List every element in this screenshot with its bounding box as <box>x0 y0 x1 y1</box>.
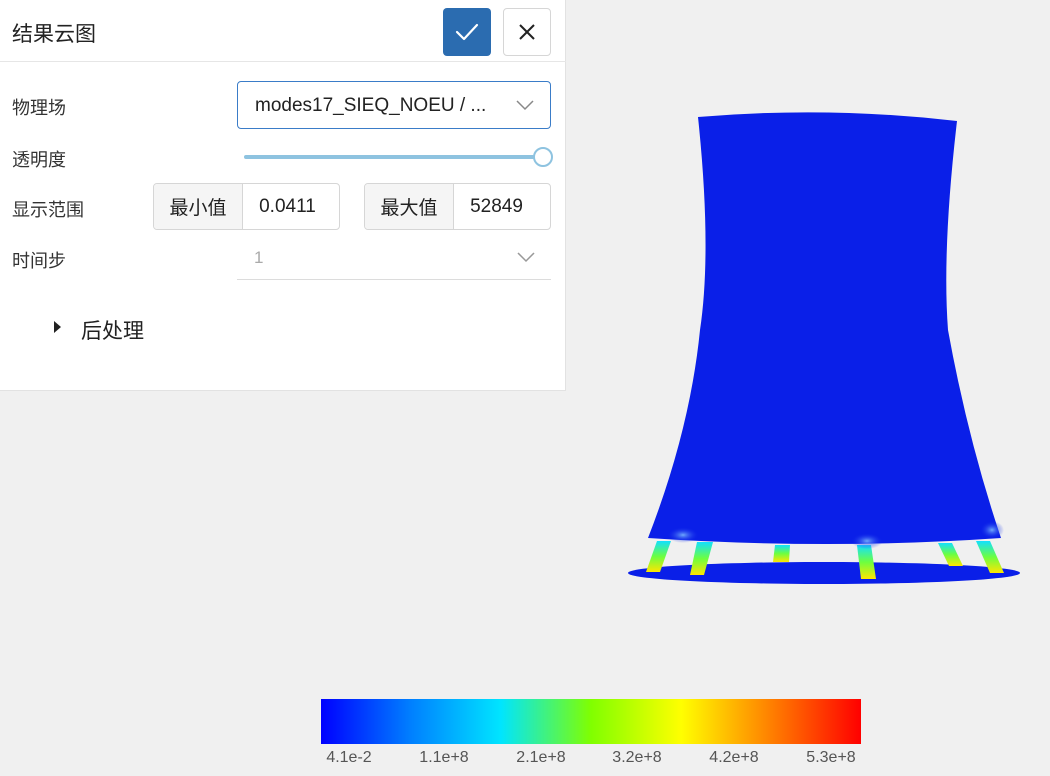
cooling-tower-model[interactable] <box>600 100 1030 600</box>
result-contour-panel: 结果云图 物理场 modes17_SIEQ_NOEU / ... 透明度 显示范… <box>0 0 566 391</box>
color-legend-bar <box>321 699 861 744</box>
legend-tick-label: 5.3e+8 <box>806 749 856 766</box>
range-label: 显示范围 <box>12 200 84 220</box>
opacity-label: 透明度 <box>12 150 66 170</box>
legend-tick-label: 1.1e+8 <box>419 749 469 766</box>
max-addon: 最大值 <box>365 184 455 229</box>
panel-title: 结果云图 <box>12 23 96 46</box>
color-legend-ticks: 4.1e-2 1.1e+8 2.1e+8 3.2e+8 4.2e+8 5.3e+8 <box>0 749 1050 769</box>
postprocess-toggle[interactable]: 后处理 <box>81 315 144 345</box>
legend-tick-label: 4.1e-2 <box>326 749 372 766</box>
timestep-select[interactable]: 1 <box>237 236 551 280</box>
timestep-value: 1 <box>254 248 264 267</box>
legend-tick-label: 4.2e+8 <box>709 749 759 766</box>
close-icon <box>519 24 535 40</box>
support-leg <box>773 545 790 562</box>
opacity-slider-track[interactable] <box>244 155 544 159</box>
chevron-down-icon <box>517 252 535 263</box>
tower-shell <box>648 112 1001 544</box>
panel-header: 结果云图 <box>0 0 566 62</box>
opacity-slider-thumb[interactable] <box>533 147 553 167</box>
field-select[interactable]: modes17_SIEQ_NOEU / ... <box>237 81 551 129</box>
max-range-group: 最大值 52849 <box>364 183 551 230</box>
legend-tick-label: 3.2e+8 <box>612 749 662 766</box>
min-range-group: 最小值 0.0411 <box>153 183 340 230</box>
check-icon <box>455 23 479 41</box>
close-button[interactable] <box>503 8 551 56</box>
min-addon: 最小值 <box>154 184 244 229</box>
support-leg <box>938 543 963 566</box>
min-input[interactable]: 0.0411 <box>243 184 339 229</box>
timestep-label: 时间步 <box>12 251 66 271</box>
field-select-value: modes17_SIEQ_NOEU / ... <box>255 95 487 116</box>
max-input[interactable]: 52849 <box>454 184 550 229</box>
confirm-button[interactable] <box>443 8 491 56</box>
caret-right-icon[interactable] <box>54 321 61 333</box>
field-label: 物理场 <box>12 98 66 118</box>
chevron-down-icon <box>516 100 534 111</box>
legend-tick-label: 2.1e+8 <box>516 749 566 766</box>
